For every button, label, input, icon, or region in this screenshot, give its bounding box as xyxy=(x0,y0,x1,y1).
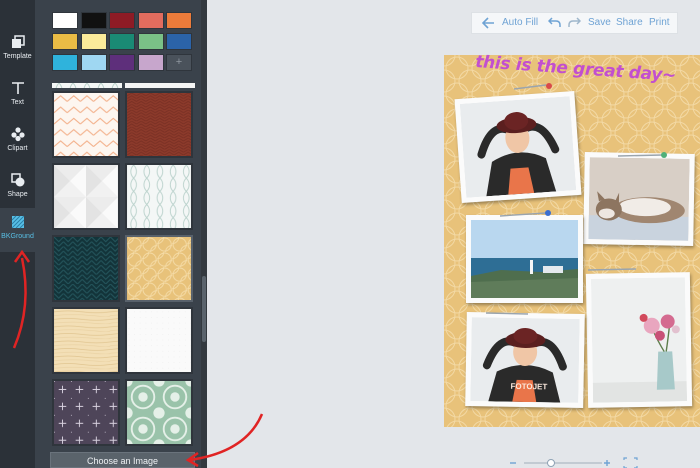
annotation-arrows xyxy=(12,249,264,468)
arrow-to-choose-image xyxy=(189,413,264,462)
arrow-to-background xyxy=(12,257,27,349)
